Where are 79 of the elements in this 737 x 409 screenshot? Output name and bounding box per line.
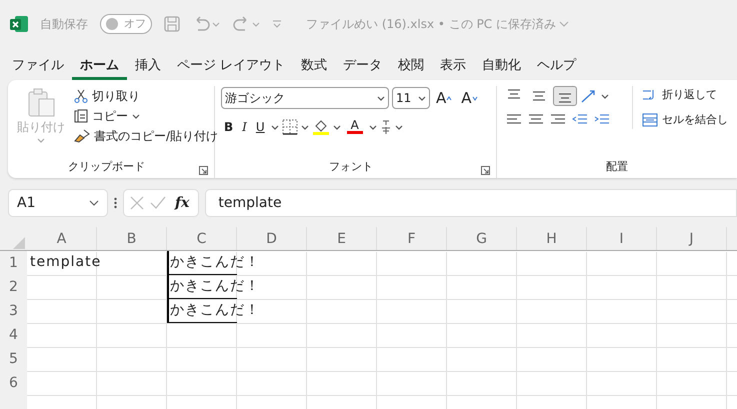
- cell-text: かきこんだ！: [170, 302, 260, 318]
- column-header[interactable]: I: [587, 227, 657, 250]
- ribbon-tab[interactable]: ファイル: [4, 52, 72, 80]
- font-name-dropdown[interactable]: 游ゴシック: [221, 87, 389, 110]
- group-label: 配置: [605, 158, 629, 174]
- formula-field[interactable]: template: [205, 189, 737, 217]
- clipboard-icon: [26, 87, 56, 117]
- caret-icon[interactable]: [394, 124, 403, 130]
- column-header[interactable]: H: [517, 227, 587, 250]
- column-header[interactable]: J: [657, 227, 727, 250]
- ribbon-tab[interactable]: 校閲: [390, 52, 432, 80]
- caret-up-icon: [446, 96, 452, 101]
- ribbon-tab[interactable]: 挿入: [127, 52, 169, 80]
- ribbon-tab[interactable]: 表示: [432, 52, 474, 80]
- format-painter-button[interactable]: 書式のコピー/貼り付け: [71, 126, 222, 146]
- caret-icon: [132, 113, 140, 119]
- cell-text: かきこんだ！: [170, 254, 260, 270]
- merge-cells-icon: [642, 112, 658, 128]
- font-color-button[interactable]: A: [344, 118, 366, 135]
- dialog-launcher-icon[interactable]: [481, 166, 490, 175]
- ribbon-tab[interactable]: 自動化: [474, 52, 530, 80]
- caret-icon[interactable]: [601, 93, 609, 99]
- caret-icon: [377, 95, 385, 102]
- decrease-font-size-button[interactable]: A: [458, 86, 481, 110]
- column-header[interactable]: A: [27, 227, 97, 250]
- ribbon-tab[interactable]: ヘルプ: [529, 52, 584, 80]
- caret-icon[interactable]: [368, 124, 377, 130]
- cell-text: template: [30, 254, 102, 270]
- copy-button[interactable]: コピー: [71, 106, 222, 126]
- bottom-align-button[interactable]: [553, 86, 577, 106]
- ribbon-tab[interactable]: データ: [335, 52, 390, 80]
- scissors-icon: [74, 89, 88, 103]
- ribbon-tab[interactable]: 数式: [293, 52, 336, 80]
- paintbrush-icon: [74, 129, 90, 143]
- caret-icon: [418, 95, 426, 102]
- italic-button[interactable]: I: [239, 116, 250, 136]
- underline-button[interactable]: U: [252, 116, 268, 136]
- group-label: フォント: [328, 158, 374, 174]
- cell-border-bottom: [167, 274, 237, 275]
- name-box[interactable]: A1: [8, 189, 108, 217]
- caret-icon: [472, 96, 478, 101]
- caret-icon: [89, 200, 99, 206]
- merge-cells-button[interactable]: セルを結合し: [639, 110, 731, 129]
- caret-icon[interactable]: [300, 124, 309, 130]
- bold-button[interactable]: B: [221, 116, 236, 136]
- increase-indent-icon[interactable]: [594, 112, 610, 126]
- column-header[interactable]: G: [447, 227, 517, 250]
- cell-text: かきこんだ！: [170, 278, 260, 294]
- caret-icon[interactable]: [332, 124, 341, 130]
- excel-logo-icon: [10, 15, 28, 33]
- column-header[interactable]: B: [97, 227, 167, 250]
- group-label: クリップボード: [67, 158, 146, 174]
- align-center-icon[interactable]: [528, 112, 544, 126]
- phonetic-guide-icon[interactable]: [380, 118, 392, 134]
- copy-icon: [74, 109, 88, 123]
- borders-icon[interactable]: [282, 118, 298, 134]
- caret-icon[interactable]: [270, 124, 279, 130]
- chevron-down-icon: [559, 21, 570, 27]
- align-left-icon[interactable]: [506, 112, 522, 126]
- cell-border-bottom: [167, 298, 237, 299]
- wrap-text-button[interactable]: 折り返して: [639, 86, 731, 104]
- column-header[interactable]: E: [307, 227, 377, 250]
- increase-font-size-button[interactable]: A: [433, 86, 456, 110]
- font-size-dropdown[interactable]: 11: [392, 87, 430, 110]
- cell-border-bottom: [167, 322, 237, 323]
- ribbon-tab[interactable]: ページ レイアウト: [169, 52, 294, 80]
- column-header[interactable]: D: [237, 227, 307, 250]
- column-header[interactable]: F: [377, 227, 447, 250]
- cut-button[interactable]: 切り取り: [71, 86, 222, 106]
- caret-icon: [37, 137, 45, 143]
- autosave-label: 自動保存: [40, 16, 88, 33]
- color-bar-icon: [346, 131, 363, 134]
- column-header[interactable]: C: [167, 227, 237, 250]
- more-options-icon[interactable]: [114, 197, 117, 209]
- fill-color-icon[interactable]: [312, 118, 330, 136]
- decrease-indent-icon[interactable]: [572, 112, 588, 126]
- align-right-icon[interactable]: [550, 112, 566, 126]
- dialog-launcher-icon[interactable]: [199, 166, 208, 175]
- enter-check-icon[interactable]: [150, 196, 166, 210]
